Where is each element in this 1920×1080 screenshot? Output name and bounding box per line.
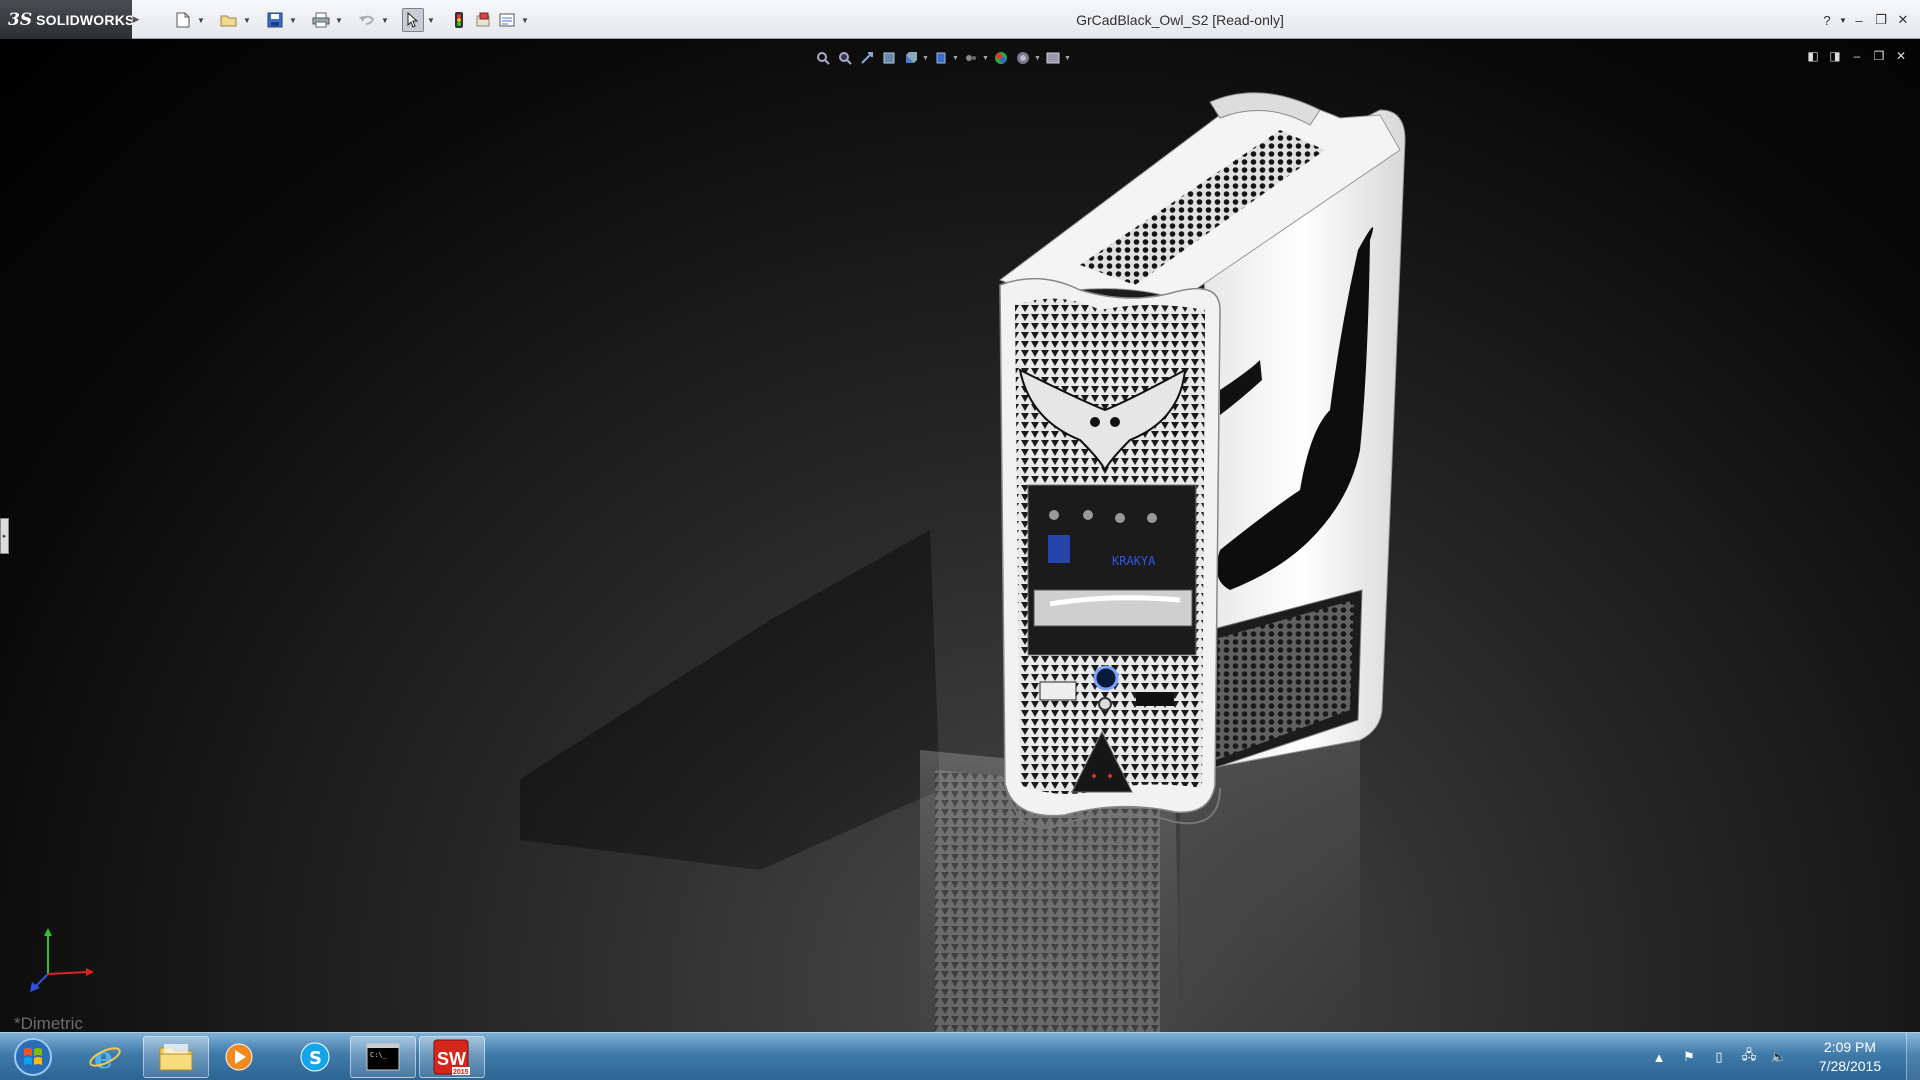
save-icon[interactable] — [264, 8, 286, 32]
split-right-icon[interactable]: ◨ — [1824, 46, 1846, 66]
title-bar: 3S SOLIDWORKS ▶ ▼ ▼ ▼ ▼ ▼ ▼ ▼ GrCadBlack… — [0, 0, 1920, 39]
view-orientation-icon[interactable] — [900, 47, 922, 69]
optical-drive — [1033, 589, 1193, 627]
hide-show-dropdown-icon[interactable]: ▼ — [982, 47, 990, 69]
volume-icon[interactable]: 🔈 — [1764, 1033, 1794, 1080]
options-dropdown-arrow-icon[interactable]: ▼ — [520, 8, 530, 32]
new-dropdown-arrow-icon[interactable]: ▼ — [196, 8, 206, 32]
view-orientation-label: *Dimetric — [14, 1014, 83, 1032]
undo-icon[interactable] — [356, 8, 378, 32]
previous-view-icon[interactable] — [856, 47, 878, 69]
print-icon[interactable] — [310, 8, 332, 32]
zoom-to-fit-icon[interactable] — [812, 47, 834, 69]
window-controls: ? ▼ – ❐ ✕ — [1816, 8, 1914, 32]
zoom-to-area-icon[interactable] — [834, 47, 856, 69]
front-usb-ports — [1039, 681, 1077, 701]
media-player-taskbar-button[interactable] — [206, 1036, 272, 1078]
heads-up-view-toolbar: ▼ ▼ ▼ ▼ ▼ — [812, 46, 1072, 70]
display-style-dropdown-icon[interactable]: ▼ — [952, 47, 960, 69]
viewport-minimize-icon[interactable]: – — [1846, 46, 1868, 66]
model-emblem-text: KRAKYA — [1112, 554, 1156, 568]
select-dropdown-arrow-icon[interactable]: ▼ — [426, 8, 436, 32]
solidworks-icon: SW 2015 — [433, 1039, 470, 1076]
help-icon[interactable]: ? — [1816, 9, 1838, 31]
clock-date: 7/28/2015 — [1818, 1058, 1882, 1074]
folder-icon — [159, 1044, 193, 1071]
minimize-icon[interactable]: – — [1848, 9, 1870, 31]
skype-taskbar-button[interactable]: S — [282, 1036, 348, 1078]
viewport-restore-icon[interactable]: ❐ — [1868, 46, 1890, 66]
command-prompt-icon: C:\_ — [366, 1043, 400, 1071]
start-button[interactable] — [6, 1036, 60, 1078]
media-player-icon — [225, 1043, 253, 1071]
action-center-flag-icon[interactable]: ⚑ — [1674, 1033, 1704, 1080]
front-audio-ports — [1136, 692, 1174, 706]
viewport-close-icon[interactable]: ✕ — [1890, 46, 1912, 66]
options-icon[interactable] — [496, 8, 518, 32]
command-prompt-taskbar-button[interactable]: C:\_ — [350, 1036, 416, 1078]
section-view-icon[interactable] — [878, 47, 900, 69]
show-hidden-icons-icon[interactable]: ▲ — [1644, 1033, 1674, 1080]
file-explorer-taskbar-button[interactable] — [143, 1036, 209, 1078]
restore-icon[interactable]: ❐ — [1870, 9, 1892, 31]
skype-icon: S — [300, 1042, 330, 1072]
reference-triad-icon — [30, 928, 94, 992]
windows-logo-icon — [14, 1038, 52, 1076]
window-title: GrCadBlack_Owl_S2 [Read-only] — [1076, 11, 1284, 28]
view-orientation-dropdown-icon[interactable]: ▼ — [922, 47, 930, 69]
clock[interactable]: 2:09 PM 7/28/2015 — [1794, 1038, 1906, 1076]
svg-text:C:\_: C:\_ — [370, 1051, 388, 1059]
print-dropdown-arrow-icon[interactable]: ▼ — [334, 8, 344, 32]
new-document-icon[interactable] — [172, 8, 194, 32]
help-dropdown-arrow-icon[interactable]: ▼ — [1838, 9, 1848, 31]
apply-scene-icon[interactable] — [1012, 47, 1034, 69]
close-icon[interactable]: ✕ — [1892, 9, 1914, 31]
clock-time: 2:09 PM — [1823, 1039, 1877, 1055]
brand-name: SOLIDWORKS — [36, 11, 135, 28]
solidworks-menu-button[interactable]: 3S SOLIDWORKS — [0, 0, 135, 39]
reset-button — [1098, 697, 1112, 711]
svg-text:e: e — [94, 1041, 113, 1074]
solidworks-taskbar-button[interactable]: SW 2015 — [419, 1036, 485, 1078]
graphics-area[interactable]: ▼ ▼ ▼ ▼ ▼ ◧ ◨ – ❐ ✕ ▸ KRAKYA *Dimetric — [0, 40, 1920, 1032]
svg-text:2015: 2015 — [453, 1069, 469, 1076]
apply-scene-dropdown-icon[interactable]: ▼ — [1034, 47, 1042, 69]
svg-text:SW: SW — [437, 1049, 466, 1069]
feature-manager-toggle-handle[interactable]: ▸ — [0, 518, 9, 554]
select-icon[interactable] — [402, 8, 424, 32]
menu-expand-arrow-icon[interactable]: ▶ — [133, 8, 140, 30]
hide-show-items-icon[interactable] — [960, 47, 982, 69]
floor-shadow — [520, 530, 940, 870]
internet-explorer-taskbar-button[interactable]: e — [72, 1036, 138, 1078]
save-dropdown-arrow-icon[interactable]: ▼ — [288, 8, 298, 32]
open-icon[interactable] — [218, 8, 240, 32]
internet-explorer-icon: e — [89, 1041, 121, 1074]
undo-dropdown-arrow-icon[interactable]: ▼ — [380, 8, 390, 32]
safely-remove-hardware-icon[interactable]: ▯ — [1704, 1033, 1734, 1080]
open-dropdown-arrow-icon[interactable]: ▼ — [242, 8, 252, 32]
edit-appearance-icon[interactable] — [990, 47, 1012, 69]
system-tray: ▲ ⚑ ▯ 🖧 🔈 2:09 PM 7/28/2015 — [1644, 1033, 1920, 1080]
show-desktop-button[interactable] — [1906, 1033, 1920, 1080]
network-icon[interactable]: 🖧 — [1734, 1033, 1764, 1080]
display-style-icon[interactable] — [930, 47, 952, 69]
split-left-icon[interactable]: ◧ — [1802, 46, 1824, 66]
file-properties-icon[interactable] — [472, 8, 494, 32]
view-settings-dropdown-icon[interactable]: ▼ — [1064, 47, 1072, 69]
svg-text:S: S — [309, 1048, 322, 1069]
ds-logo: 3S — [8, 9, 33, 30]
power-button — [1093, 665, 1119, 691]
quick-access-toolbar: ▼ ▼ ▼ ▼ ▼ ▼ ▼ — [172, 7, 542, 33]
pc-case-model[interactable]: KRAKYA — [520, 70, 1420, 1032]
windows-taskbar: e S C:\_ SW 2015 ▲ ⚑ ▯ 🖧 🔈 2:09 PM 7/28/… — [0, 1032, 1920, 1080]
rebuild-icon[interactable] — [448, 8, 470, 32]
viewport-controls: ◧ ◨ – ❐ ✕ — [1802, 46, 1912, 66]
view-settings-icon[interactable] — [1042, 47, 1064, 69]
